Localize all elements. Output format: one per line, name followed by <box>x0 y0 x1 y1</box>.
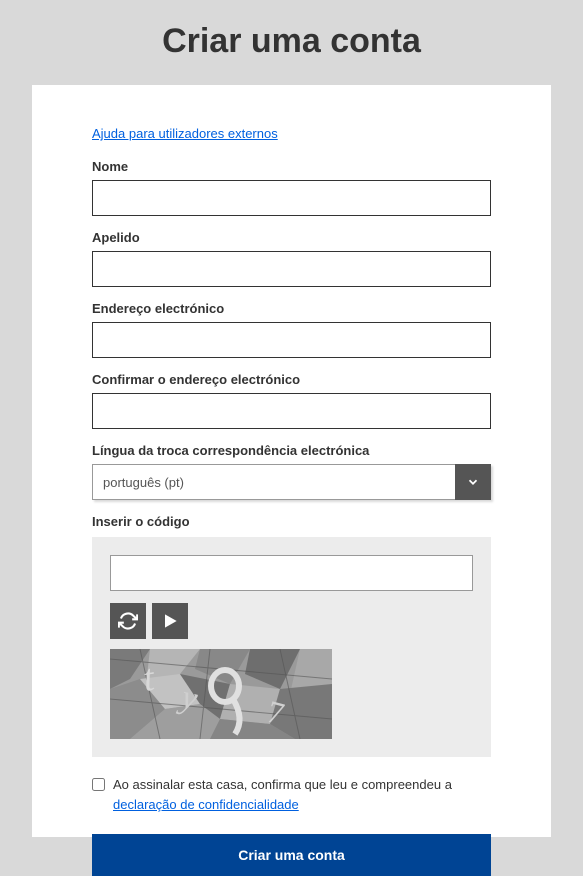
page-title: Criar uma conta <box>0 0 583 85</box>
input-apelido[interactable] <box>92 251 491 287</box>
consent-checkbox[interactable] <box>92 778 105 791</box>
input-email-confirm[interactable] <box>92 393 491 429</box>
play-icon[interactable] <box>152 603 188 639</box>
submit-button[interactable]: Criar uma conta <box>92 834 491 876</box>
label-lingua: Língua da troca correspondência electrón… <box>92 443 491 458</box>
label-email-confirm: Confirmar o endereço electrónico <box>92 372 491 387</box>
help-link[interactable]: Ajuda para utilizadores externos <box>92 126 278 141</box>
field-email: Endereço electrónico <box>92 301 491 358</box>
label-codigo: Inserir o código <box>92 514 491 529</box>
input-codigo[interactable] <box>110 555 473 591</box>
field-apelido: Apelido <box>92 230 491 287</box>
label-email: Endereço electrónico <box>92 301 491 316</box>
label-nome: Nome <box>92 159 491 174</box>
select-lingua-value: português (pt) <box>92 464 455 500</box>
input-nome[interactable] <box>92 180 491 216</box>
signup-card: Ajuda para utilizadores externos Nome Ap… <box>32 85 551 837</box>
field-codigo: Inserir o código <box>92 514 491 757</box>
captcha-image: t y 7 <box>110 649 332 739</box>
privacy-link[interactable]: declaração de confidencialidade <box>113 797 299 812</box>
refresh-icon[interactable] <box>110 603 146 639</box>
chevron-down-icon[interactable] <box>455 464 491 500</box>
consent-prefix: Ao assinalar esta casa, confirma que leu… <box>113 777 452 792</box>
field-email-confirm: Confirmar o endereço electrónico <box>92 372 491 429</box>
select-lingua[interactable]: português (pt) <box>92 464 491 500</box>
captcha-section: t y 7 <box>92 537 491 757</box>
field-nome: Nome <box>92 159 491 216</box>
consent-text: Ao assinalar esta casa, confirma que leu… <box>113 775 491 814</box>
input-email[interactable] <box>92 322 491 358</box>
field-lingua: Língua da troca correspondência electrón… <box>92 443 491 500</box>
label-apelido: Apelido <box>92 230 491 245</box>
consent-row: Ao assinalar esta casa, confirma que leu… <box>92 775 491 814</box>
